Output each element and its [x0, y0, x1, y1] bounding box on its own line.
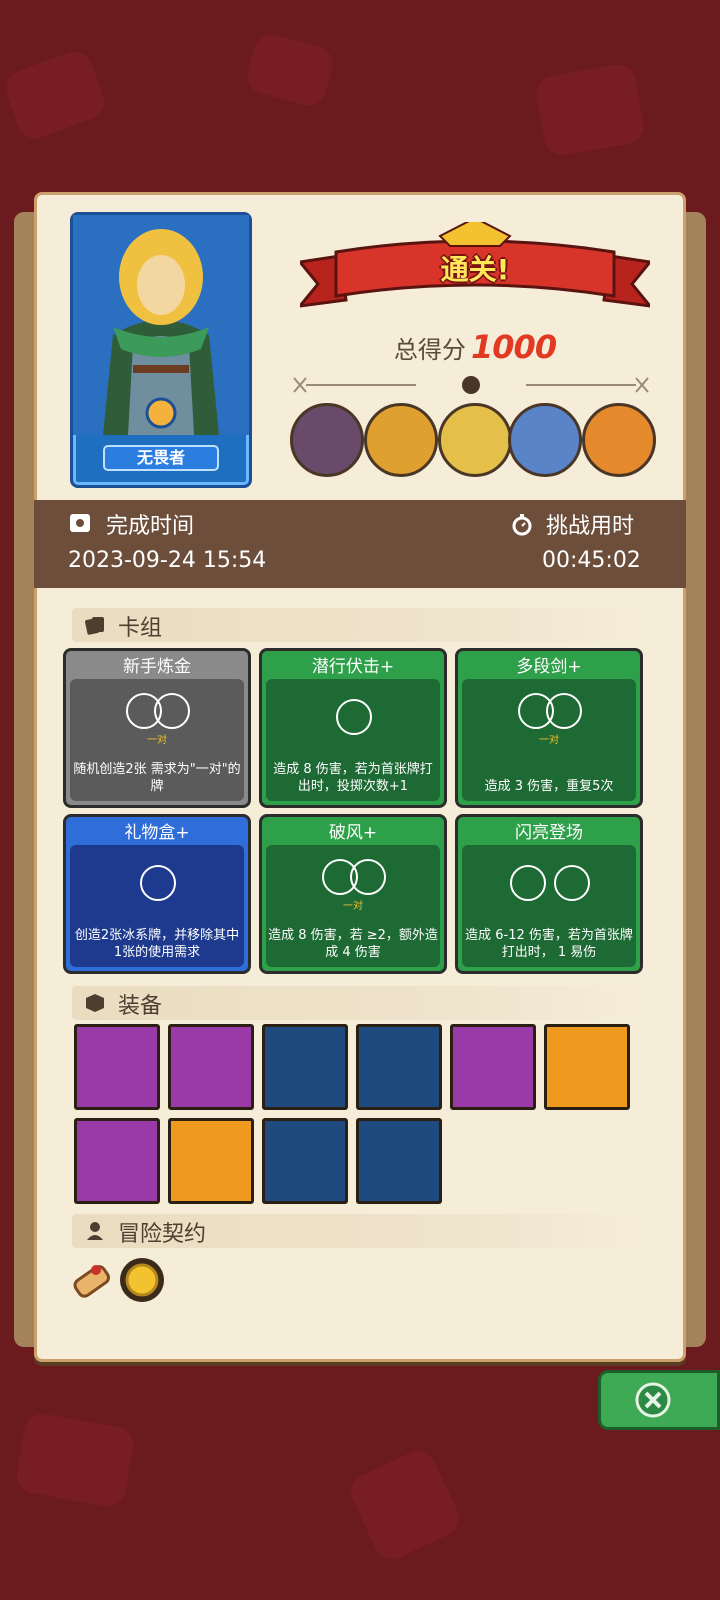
card-description: 造成 8 伤害，若 ≥2，额外造成 4 伤害 [268, 928, 438, 960]
challenge-label: 挑战用时 [546, 514, 635, 539]
contracts-section-title: 冒险契约 [118, 1222, 207, 1247]
equipment-section-title: 装备 [118, 994, 163, 1019]
leaf-dice-icon [336, 699, 372, 735]
turtle-shell-icon[interactable] [168, 1118, 254, 1204]
hero-card[interactable]: 无畏者 [70, 212, 252, 488]
card-title: 礼物盒+ [124, 823, 190, 843]
scroll-icon[interactable] [262, 1024, 348, 1110]
deck-card[interactable]: 破风+ 一对 造成 8 伤害，若 ≥2，额外造成 4 伤害 [259, 814, 447, 974]
water-rune-icon[interactable] [544, 1024, 630, 1110]
boss-portrait-2[interactable] [364, 403, 438, 477]
boss-divider [286, 372, 656, 398]
stopwatch-icon [512, 514, 532, 536]
blue-flame-icon[interactable] [168, 1024, 254, 1110]
leaf-dice-icon [554, 865, 590, 901]
boss-portrait-1[interactable] [290, 403, 364, 477]
card-description: 造成 3 伤害，重复5次 [484, 779, 614, 794]
deck-card[interactable]: 闪亮登场 造成 6-12 伤害，若为首张牌打出时， 1 易伤 [455, 814, 643, 974]
divider-ornament [293, 376, 649, 394]
card-title: 多段剑+ [516, 657, 582, 677]
deck-card[interactable]: 潜行伏击+ 造成 8 伤害，若为首张牌打出时，投掷次数+1 [259, 648, 447, 808]
hero-portrait [73, 215, 249, 435]
equipment-section-header: 装备 [72, 986, 634, 1020]
card-title: 破风+ [328, 823, 378, 843]
scroll-contract-icon[interactable] [66, 1254, 118, 1306]
boss-portrait-5[interactable] [582, 403, 656, 477]
card-requirement: 一对 [343, 901, 363, 912]
deck-card[interactable]: 礼物盒+ 创造2张冰系牌，并移除其中1张的使用需求 [63, 814, 251, 974]
compass-star-icon[interactable] [262, 1118, 348, 1204]
person-icon [87, 1222, 103, 1240]
boss-portrait-4[interactable] [508, 403, 582, 477]
close-icon [635, 1382, 671, 1418]
contracts-section-header: 冒险契约 [72, 1214, 634, 1248]
background-shape [0, 46, 110, 144]
card-description: 随机创造2张 需求为"一对"的牌 [73, 762, 241, 794]
card-title: 潜行伏击+ [311, 657, 395, 677]
golden-pot-icon[interactable] [356, 1118, 442, 1204]
cards-icon [85, 617, 104, 635]
dice-slot-icon [350, 859, 386, 895]
score-row: 总得分 1000 [300, 328, 650, 366]
banner-title: 通关! [440, 253, 510, 286]
challenge-time: 00:45:02 [542, 548, 641, 573]
card-description: 造成 8 伤害，若为首张牌打出时，投掷次数+1 [273, 762, 433, 794]
completion-time: 2023-09-24 15:54 [68, 548, 267, 573]
info-band: 完成时间 2023-09-24 15:54 挑战用时 00:45:02 [34, 500, 686, 588]
deck-card[interactable]: 多段剑+ 一对 造成 3 伤害，重复5次 [455, 648, 643, 808]
deck-card[interactable]: 新手炼金 一对 随机创造2张 需求为"一对"的牌 [63, 648, 251, 808]
dice-slot-icon [546, 693, 582, 729]
card-description: 造成 6-12 伤害，若为首张牌打出时， 1 易伤 [465, 928, 633, 960]
card-requirement: 一对 [539, 735, 559, 746]
score-value: 1000 [471, 328, 557, 366]
leaf-dice-icon [510, 865, 546, 901]
clear-banner: 通关! [300, 222, 650, 318]
background-shape [243, 30, 337, 110]
completion-label: 完成时间 [106, 514, 195, 539]
background-shape [345, 1445, 465, 1565]
background-shape [533, 61, 647, 159]
close-button[interactable] [598, 1370, 720, 1430]
magic-hat-dice-icon[interactable] [356, 1024, 442, 1110]
water-dice-icon [140, 865, 176, 901]
green-leaves-icon[interactable] [450, 1024, 536, 1110]
red-gem-necklace-icon[interactable] [74, 1024, 160, 1110]
boss-portrait-3[interactable] [438, 403, 512, 477]
card-description: 创造2张冰系牌，并移除其中1张的使用需求 [74, 928, 240, 960]
deck-section-title: 卡组 [118, 616, 163, 641]
card-requirement: 一对 [147, 735, 167, 746]
score-label: 总得分 [393, 336, 466, 364]
banana-sword-icon[interactable] [74, 1118, 160, 1204]
background-shape [13, 1411, 137, 1509]
hero-name: 无畏者 [103, 445, 219, 471]
box-icon [86, 994, 104, 1012]
deck-section-header: 卡组 [72, 608, 634, 642]
gold-coin-icon[interactable] [116, 1254, 168, 1306]
card-title: 新手炼金 [123, 657, 191, 677]
film-icon [70, 514, 90, 532]
card-title: 闪亮登场 [515, 823, 583, 843]
dice-slot-icon [154, 693, 190, 729]
